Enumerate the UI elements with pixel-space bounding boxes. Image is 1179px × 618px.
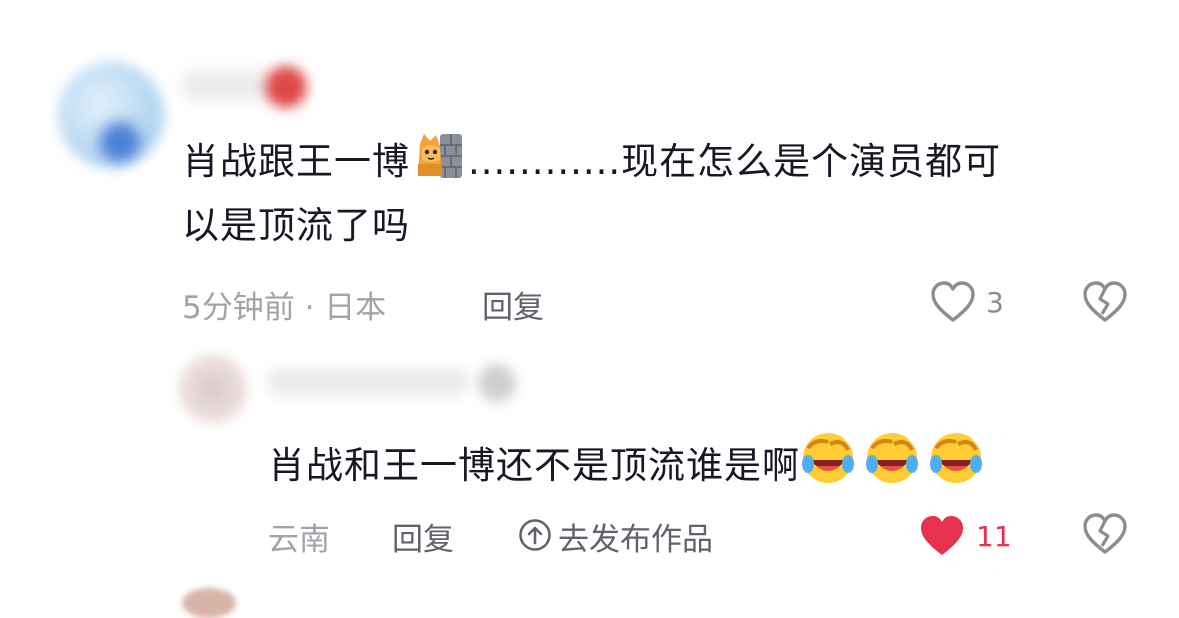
dislike-button[interactable] [1082,280,1128,324]
username[interactable] [182,70,272,100]
cat-wall-emoji-icon [414,130,464,197]
reply-dislike-button[interactable] [1082,512,1128,556]
publish-work-label: 去发布作品 [558,522,713,558]
broken-heart-icon [1083,281,1127,322]
reply-text: 肖战和王一博还不是顶流谁是啊 [268,430,1148,503]
reply-like-button[interactable]: 11 [918,512,1028,560]
comment-text-part2: 现在怎么是个演员都可 [621,140,1002,183]
comment-text-line2: 以是顶流了吗 [182,204,410,247]
comment-meta: 5分钟前 · 日本 [182,290,387,326]
reply-username[interactable] [268,368,468,396]
broken-heart-icon [1083,513,1127,554]
reply-reply-button[interactable]: 回复 [392,514,454,559]
comment-text: 肖战跟王一博 ............现在怎么是个演员都可 以是顶流了吗 [182,130,1142,255]
reply-location: 云南 [268,522,330,558]
upload-circle-icon [519,519,551,551]
reply-user-badge [478,364,516,402]
reply-like-count: 11 [976,520,1012,553]
publish-work-button[interactable]: 去发布作品 [518,514,758,558]
heart-outline-icon [931,281,975,322]
comment-text-dots: ............ [468,140,622,183]
reply-avatar[interactable] [178,354,248,424]
like-count: 3 [986,286,1004,319]
reply-button[interactable]: 回复 [482,282,544,327]
like-button[interactable]: 3 [930,278,1020,326]
avatar[interactable] [58,62,164,168]
next-comment-avatar[interactable] [182,588,236,618]
user-badge [265,66,307,108]
laughing-crying-emoji-icon [800,430,990,503]
reply-text-content: 肖战和王一博还不是顶流谁是啊 [268,444,800,487]
comment-text-part1: 肖战跟王一博 [182,140,410,183]
heart-filled-icon [921,516,963,555]
